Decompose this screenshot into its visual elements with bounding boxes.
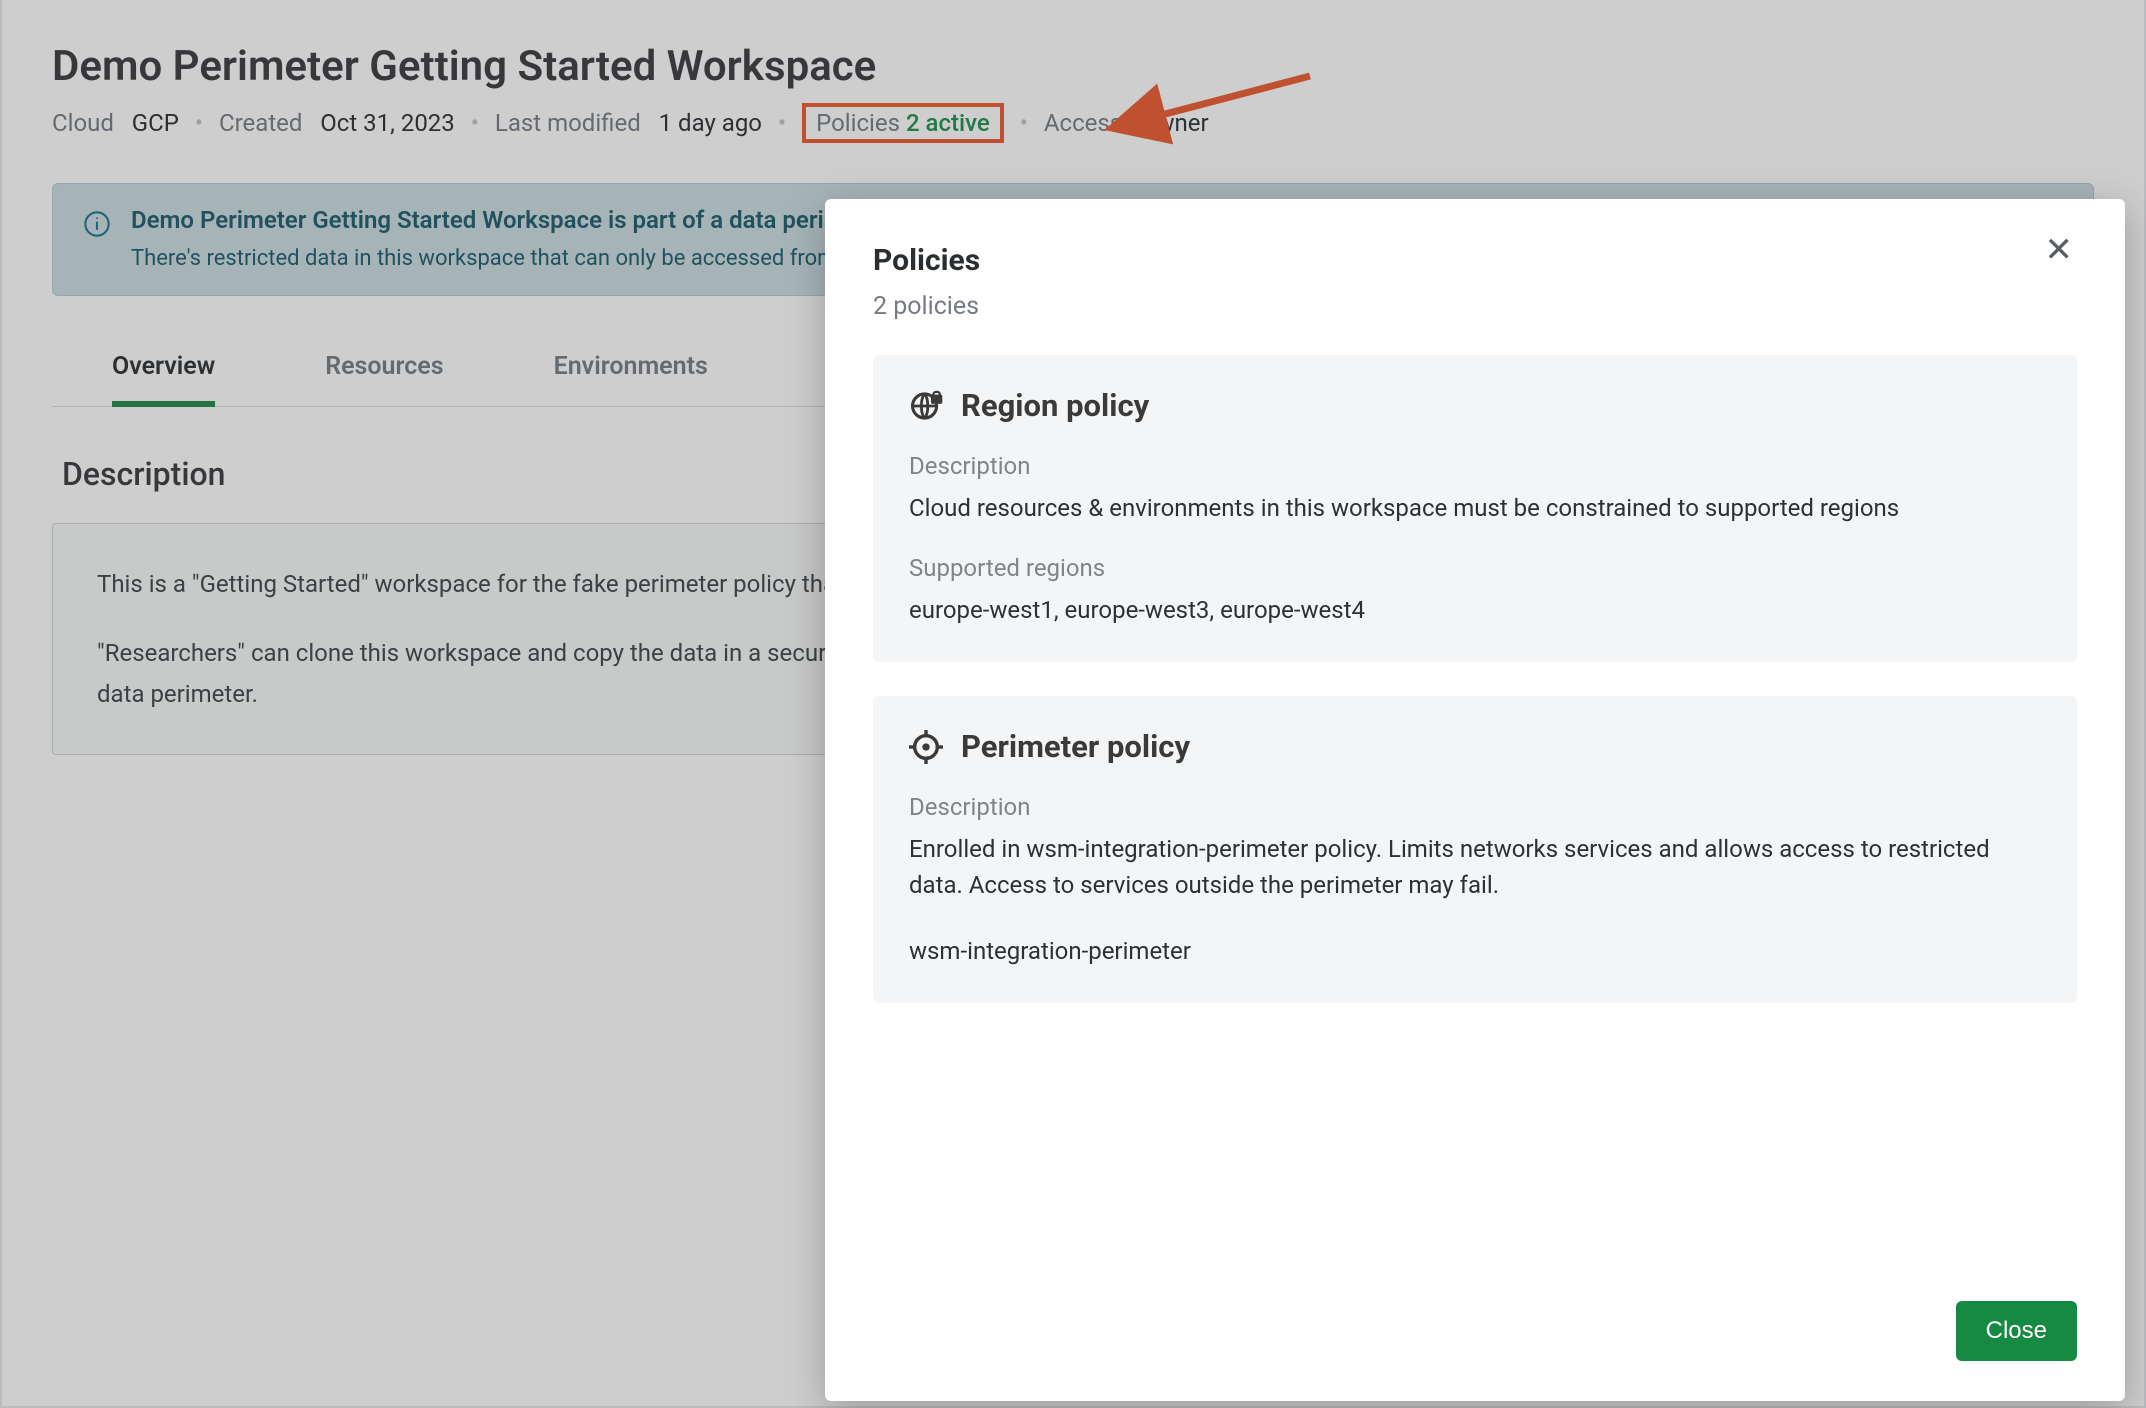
globe-lock-icon [909,389,943,423]
policy-card-region: Region policy Description Cloud resource… [873,355,2077,662]
policy-field-value: Enrolled in wsm-integration-perimeter po… [909,831,2041,903]
policy-card-perimeter: Perimeter policy Description Enrolled in… [873,696,2077,1003]
modal-footer: Close [873,1301,2077,1361]
policy-field-label: Description [909,793,2041,821]
policy-field-label: Description [909,452,2041,480]
policies-modal: Policies 2 policies ✕ Region policy Desc… [825,199,2125,1401]
policy-field-value: Cloud resources & environments in this w… [909,490,2041,526]
policy-field-value: europe-west1, europe-west3, europe-west4 [909,592,2041,628]
close-button[interactable]: Close [1956,1301,2077,1361]
modal-header: Policies 2 policies ✕ [873,243,2077,321]
perimeter-target-icon [909,730,943,764]
close-icon[interactable]: ✕ [2041,233,2078,267]
modal-subtitle: 2 policies [873,292,980,321]
policy-field-label: Supported regions [909,554,2041,582]
policy-title: Perimeter policy [961,728,1190,765]
policy-field-value: wsm-integration-perimeter [909,933,2041,969]
modal-title: Policies [873,243,980,278]
policy-title: Region policy [961,387,1149,424]
